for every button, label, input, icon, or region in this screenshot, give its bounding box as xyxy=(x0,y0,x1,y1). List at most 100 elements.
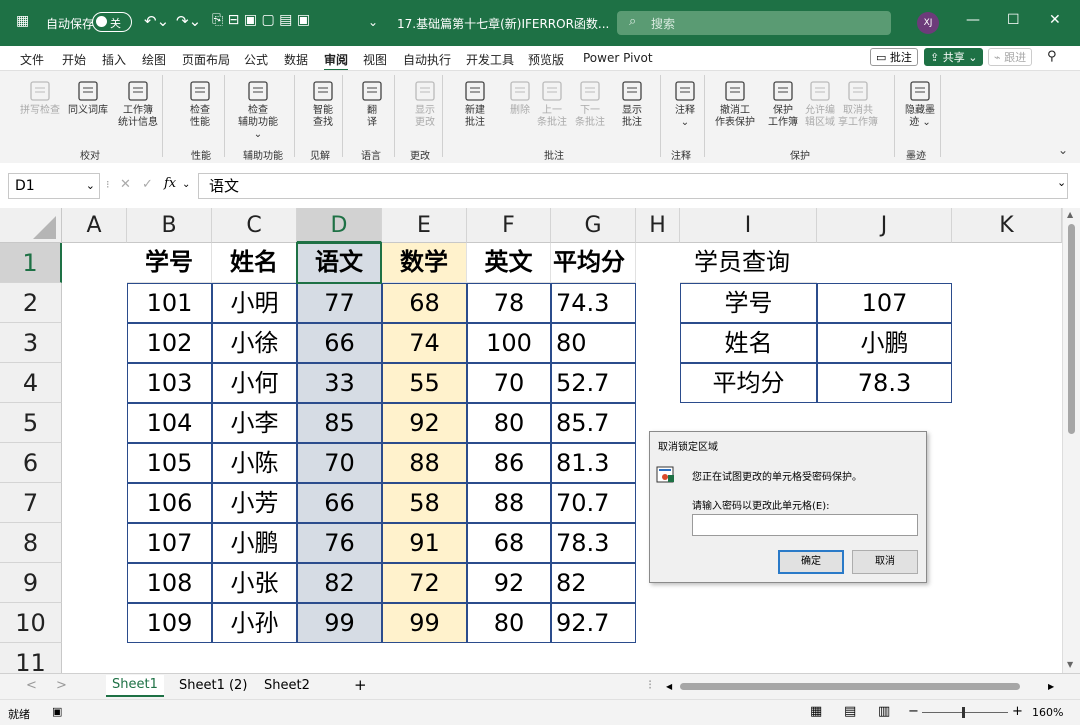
table-data-cell[interactable]: 92 xyxy=(382,403,467,443)
tab-split-icon[interactable]: ⁝ xyxy=(648,678,652,693)
table-data-cell[interactable]: 80 xyxy=(551,323,636,363)
table-data-cell[interactable]: 68 xyxy=(467,523,551,563)
ribbon-collapse-icon[interactable]: ⌄ xyxy=(1058,143,1068,157)
zoom-in-icon[interactable]: + xyxy=(1012,704,1023,719)
qat-more-icon[interactable]: ⌄ xyxy=(368,15,378,29)
column-header-g[interactable]: G xyxy=(551,208,636,243)
table-data-cell[interactable]: 小芳 xyxy=(212,483,297,523)
menu-home[interactable]: 开始 xyxy=(62,51,86,68)
column-header-f[interactable]: F xyxy=(467,208,551,243)
table-data-cell[interactable]: 66 xyxy=(297,483,382,523)
zoom-slider-thumb[interactable] xyxy=(962,707,965,718)
ribbon-button-13[interactable]: 注释 ⌄ xyxy=(661,79,709,129)
table-data-cell[interactable]: 76 xyxy=(297,523,382,563)
scroll-up-icon[interactable]: ▲ xyxy=(1067,210,1073,219)
ribbon-button-18[interactable]: 隐藏墨 迹 ⌄ xyxy=(896,79,944,129)
fx-dropdown-icon[interactable]: ⌄ xyxy=(182,179,190,190)
table-data-cell[interactable]: 104 xyxy=(127,403,212,443)
table-data-cell[interactable]: 55 xyxy=(382,363,467,403)
row-header-3[interactable]: 3 xyxy=(0,323,62,363)
ribbon-button-12[interactable]: 显示 批注 xyxy=(608,79,656,129)
table-data-cell[interactable]: 103 xyxy=(127,363,212,403)
table-data-cell[interactable]: 107 xyxy=(127,523,212,563)
row-header-4[interactable]: 4 xyxy=(0,363,62,403)
ribbon-button-17[interactable]: 取消共 享工作簿 xyxy=(834,79,882,129)
redo-icon[interactable]: ↷⌄ xyxy=(176,12,201,30)
menu-view[interactable]: 视图 xyxy=(363,51,387,68)
table-data-cell[interactable]: 33 xyxy=(297,363,382,403)
menu-power-pivot[interactable]: Power Pivot xyxy=(583,51,653,65)
table-data-cell[interactable]: 72 xyxy=(382,563,467,603)
vertical-scrollbar[interactable]: ▲ ▼ xyxy=(1062,208,1080,673)
lookup-value-cell[interactable]: 78.3 xyxy=(817,363,952,403)
table-data-cell[interactable]: 58 xyxy=(382,483,467,523)
column-header-b[interactable]: B xyxy=(127,208,212,243)
search-box[interactable]: ⌕ 搜索 xyxy=(617,11,891,35)
scroll-down-icon[interactable]: ▼ xyxy=(1067,660,1073,669)
prev-sheet-icon[interactable]: < xyxy=(26,678,37,693)
column-header-e[interactable]: E xyxy=(382,208,467,243)
maximize-icon[interactable]: ☐ xyxy=(1007,12,1020,28)
table-data-cell[interactable]: 70.7 xyxy=(551,483,636,523)
table-data-cell[interactable]: 78.3 xyxy=(551,523,636,563)
row-header-6[interactable]: 6 xyxy=(0,443,62,483)
menu-insert[interactable]: 插入 xyxy=(102,51,126,68)
table-data-cell[interactable]: 88 xyxy=(382,443,467,483)
table-data-cell[interactable]: 81.3 xyxy=(551,443,636,483)
confirm-entry-icon[interactable]: ✓ xyxy=(142,177,153,192)
table-data-cell[interactable]: 85.7 xyxy=(551,403,636,443)
table-data-cell[interactable]: 105 xyxy=(127,443,212,483)
avatar[interactable]: XJ xyxy=(917,12,939,34)
column-header-k[interactable]: K xyxy=(952,208,1062,243)
select-all-corner[interactable] xyxy=(0,208,62,243)
ribbon-button-6[interactable]: 翻 译 xyxy=(348,79,396,129)
zoom-level[interactable]: 160% xyxy=(1032,706,1063,719)
lookup-label-cell[interactable]: 学号 xyxy=(680,283,817,323)
row-header-9[interactable]: 9 xyxy=(0,563,62,603)
lookup-label-cell[interactable]: 平均分 xyxy=(680,363,817,403)
zoom-out-icon[interactable]: − xyxy=(908,704,919,719)
normal-view-icon[interactable]: ▦ xyxy=(810,704,822,719)
table-header-cell[interactable]: 平均分 xyxy=(551,243,636,283)
comments-button[interactable]: ▭ 批注 xyxy=(870,48,918,66)
table-data-cell[interactable]: 小孙 xyxy=(212,603,297,643)
lookup-title[interactable]: 学员查询 xyxy=(680,243,817,283)
menu-page-layout[interactable]: 页面布局 xyxy=(182,51,230,68)
row-header-8[interactable]: 8 xyxy=(0,523,62,563)
expand-formula-icon[interactable]: ⌄ xyxy=(1057,176,1066,189)
table-data-cell[interactable]: 85 xyxy=(297,403,382,443)
table-data-cell[interactable]: 70 xyxy=(297,443,382,483)
table-data-cell[interactable]: 78 xyxy=(467,283,551,323)
table-data-cell[interactable]: 86 xyxy=(467,443,551,483)
table-data-cell[interactable]: 92.7 xyxy=(551,603,636,643)
table-data-cell[interactable]: 小陈 xyxy=(212,443,297,483)
table-data-cell[interactable]: 74 xyxy=(382,323,467,363)
sheet-tab-sheet1[interactable]: Sheet1 xyxy=(106,675,164,697)
table-data-cell[interactable]: 68 xyxy=(382,283,467,323)
table-data-cell[interactable]: 109 xyxy=(127,603,212,643)
menu-draw[interactable]: 绘图 xyxy=(142,51,166,68)
row-header-2[interactable]: 2 xyxy=(0,283,62,323)
row-header-7[interactable]: 7 xyxy=(0,483,62,523)
column-header-h[interactable]: H xyxy=(636,208,680,243)
table-data-cell[interactable]: 70 xyxy=(467,363,551,403)
lookup-value-cell[interactable]: 小鹏 xyxy=(817,323,952,363)
close-icon[interactable]: ✕ xyxy=(1049,12,1061,28)
accessibility-status-icon[interactable]: ▣ xyxy=(52,705,62,718)
menu-data[interactable]: 数据 xyxy=(284,51,308,68)
name-box[interactable]: D1 ⌄ xyxy=(8,173,100,199)
sheet-tab-sheet1-2[interactable]: Sheet1 (2) xyxy=(179,678,247,693)
follow-button[interactable]: ⌁ 跟进 xyxy=(988,48,1033,66)
table-header-cell[interactable]: 姓名 xyxy=(212,243,297,283)
table-data-cell[interactable]: 91 xyxy=(382,523,467,563)
minimize-icon[interactable]: — xyxy=(966,12,980,28)
ribbon-button-5[interactable]: 智能 查找 xyxy=(299,79,347,129)
horizontal-scroll-thumb[interactable] xyxy=(680,683,1020,690)
column-header-d[interactable]: D xyxy=(297,208,382,243)
lookup-label-cell[interactable]: 姓名 xyxy=(680,323,817,363)
table-data-cell[interactable]: 52.7 xyxy=(551,363,636,403)
next-sheet-icon[interactable]: > xyxy=(56,678,67,693)
page-layout-view-icon[interactable]: ▤ xyxy=(844,704,856,719)
vertical-scroll-thumb[interactable] xyxy=(1068,224,1075,434)
table-data-cell[interactable]: 小何 xyxy=(212,363,297,403)
